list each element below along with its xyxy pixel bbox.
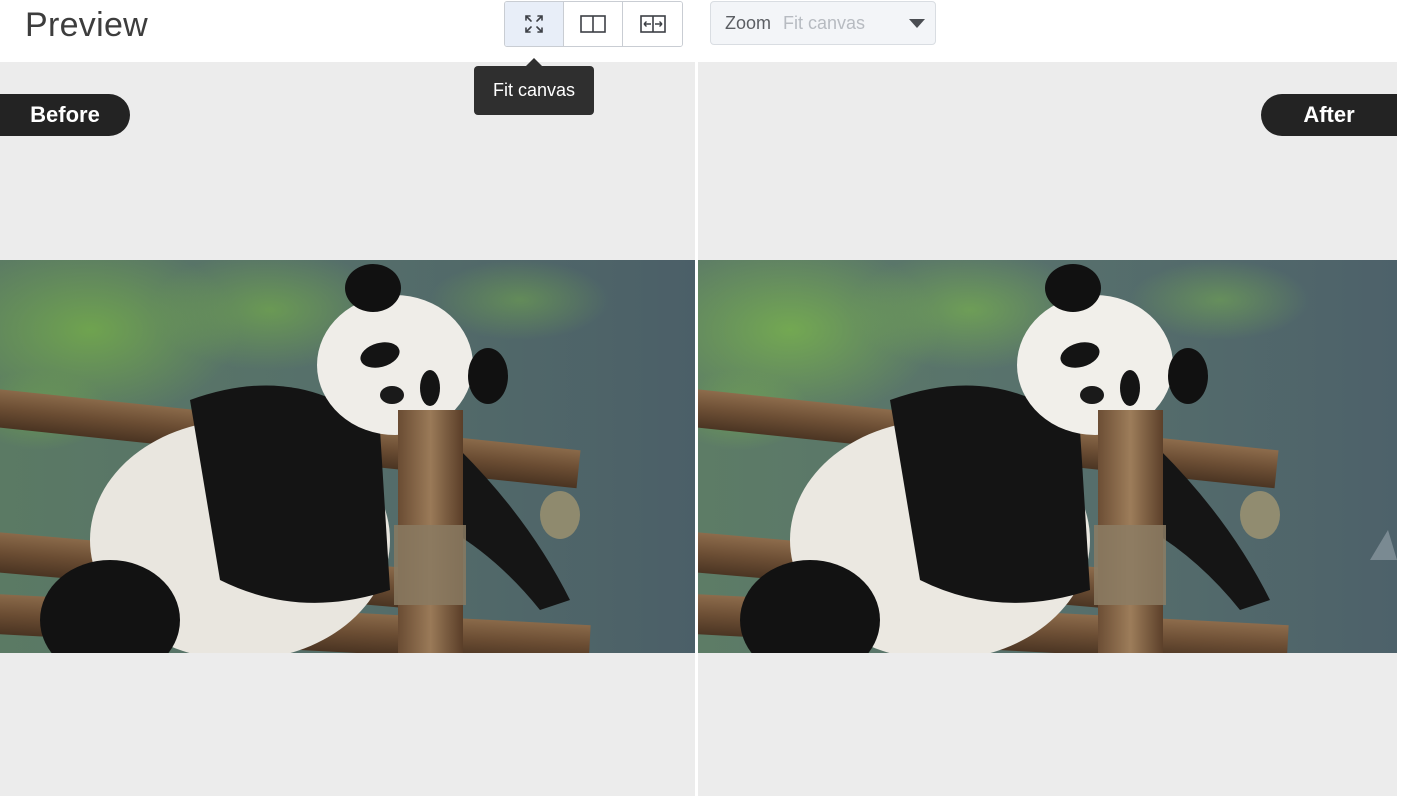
- after-image: [698, 260, 1397, 653]
- preview-header: Preview Zoom Fit canvas: [0, 0, 1402, 62]
- zoom-label: Zoom: [725, 12, 772, 33]
- before-panel[interactable]: Before: [0, 62, 695, 796]
- zoom-select[interactable]: Zoom Fit canvas: [710, 1, 936, 45]
- after-panel[interactable]: After: [698, 62, 1397, 796]
- view-mode-toggle-group: [504, 1, 683, 47]
- before-image: [0, 260, 695, 653]
- preview-window: Preview Zoom Fit canvas Fit canvas Befor…: [0, 0, 1402, 796]
- side-by-side-icon: [639, 15, 666, 33]
- fit-canvas-button[interactable]: [505, 2, 564, 46]
- zoom-value: Fit canvas: [783, 12, 866, 33]
- fit-canvas-icon: [525, 15, 543, 33]
- fit-canvas-tooltip: Fit canvas: [474, 58, 594, 115]
- before-badge: Before: [0, 94, 130, 136]
- split-view-icon: [580, 15, 606, 33]
- chevron-down-icon: [909, 19, 925, 28]
- split-view-button[interactable]: [564, 2, 623, 46]
- after-badge: After: [1261, 94, 1397, 136]
- page-title: Preview: [25, 6, 149, 44]
- side-by-side-button[interactable]: [623, 2, 682, 46]
